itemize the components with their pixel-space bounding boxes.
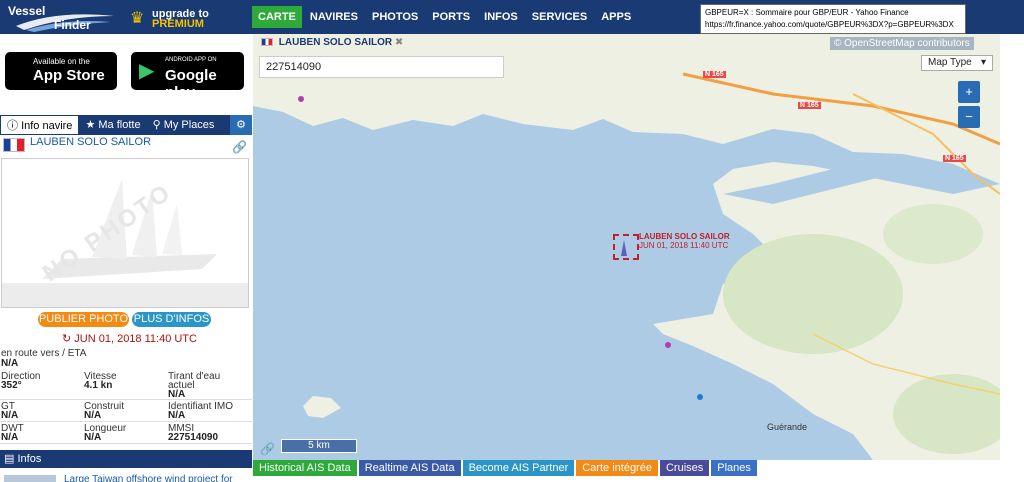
photo-footer-bar [2, 283, 248, 307]
map-type-label: Map Type [928, 57, 972, 68]
link-icon[interactable]: 🔗 [232, 140, 247, 154]
nav-carte[interactable]: CARTE [252, 6, 302, 28]
gear-icon: ⚙ [236, 119, 246, 131]
crown-icon: ♛ [130, 10, 145, 27]
link-icon[interactable]: 🔗 [260, 442, 275, 456]
vessel-stats: Direction 352° Vitesse 4.1 kn Tirant d'eau… [0, 370, 252, 444]
tab-label: Ma flotte [98, 119, 141, 131]
publish-photo-button[interactable]: PUBLIER PHOTO [38, 312, 129, 327]
history-icon: ↻ [62, 333, 72, 345]
road-label: N 165 [798, 102, 821, 109]
chevron-down-icon: ▾ [980, 57, 986, 68]
stat-mmsi: MMSI 227514090 [168, 423, 219, 443]
vessel-marker[interactable] [613, 234, 639, 260]
planes-button[interactable]: Planes [711, 460, 757, 476]
map-type-select[interactable]: Map Type ▾ [921, 55, 993, 71]
vessel-search-input[interactable]: 227514090 [259, 56, 504, 78]
infos-header: ▤ Infos [0, 450, 252, 468]
app-store-big: App Store [33, 67, 105, 84]
logo-text-line2: Finder [54, 18, 91, 32]
vessel-marker-label: LAUBEN SOLO SAILOR JUN 01, 2018 11:40 UT… [639, 232, 730, 250]
map-pin-icon: ⚲ [152, 119, 161, 131]
google-play-badge[interactable]: ▶ ANDROID APP ON Google play [131, 52, 244, 101]
star-icon: ★ [85, 119, 96, 131]
position-timestamp: ↻ JUN 01, 2018 11:40 UTC [62, 332, 197, 345]
info-icon: ⓘ [7, 120, 18, 132]
more-info-button[interactable]: PLUS D'INFOS [132, 312, 211, 327]
vessel-dot[interactable] [665, 342, 671, 348]
map-vessel-tag[interactable]: LAUBEN SOLO SAILOR ✖ [261, 37, 403, 48]
tab-my-places[interactable]: ⚲ My Places [147, 115, 221, 135]
app-store-small: Available on the [33, 57, 90, 66]
sidebar-tabs: ⓘ Info navire ★ Ma flotte ⚲ My Places ⚙ [0, 115, 252, 135]
france-flag-icon [261, 38, 273, 46]
vessel-marker-name: LAUBEN SOLO SAILOR [639, 232, 730, 241]
upgrade-premium-link[interactable]: ♛ upgrade to PREMIUM [130, 6, 230, 30]
sidebar: Available on the App Store ▶ ANDROID APP… [0, 34, 252, 482]
app-store-badge[interactable]: Available on the App Store [5, 52, 117, 90]
map-view[interactable]: LAUBEN SOLO SAILOR ✖ 227514090 © OpenStr… [253, 34, 1000, 460]
stat-direction: Direction 352° [1, 371, 41, 391]
vessel-photo-placeholder: NO PHOTO [1, 158, 249, 308]
infos-header-label: Infos [17, 453, 42, 465]
historical-ais-button[interactable]: Historical AIS Data [253, 460, 357, 476]
nav-apps[interactable]: APPS [595, 6, 637, 28]
google-play-big: Google play [165, 67, 217, 101]
vessel-dot[interactable] [298, 96, 304, 102]
enroute-value: N/A [1, 358, 19, 369]
vessel-dot[interactable] [697, 394, 703, 400]
vessel-marker-date: JUN 01, 2018 11:40 UTC [639, 241, 729, 250]
stats-row: Direction 352° Vitesse 4.1 kn Tirant d'eau… [0, 370, 252, 400]
tab-ma-flotte[interactable]: ★ Ma flotte [79, 115, 146, 135]
realtime-ais-button[interactable]: Realtime AIS Data [358, 460, 461, 476]
nav-photos[interactable]: PHOTOS [366, 6, 424, 28]
tab-label: My Places [163, 119, 215, 131]
tooltip-url: https://fr.finance.yahoo.com/quote/GBPEU… [705, 20, 954, 29]
tooltip-title: GBPEUR=X : Sommaire pour GBP/EUR - Yahoo… [705, 8, 909, 17]
tab-label: Info navire [21, 120, 73, 132]
stat-built: Construit N/A [84, 401, 125, 421]
google-play-small: ANDROID APP ON [165, 57, 217, 63]
close-icon[interactable]: ✖ [395, 37, 403, 48]
browser-tooltip: GBPEUR=X : Sommaire pour GBP/EUR - Yahoo… [700, 4, 966, 34]
news-icon: ▤ [4, 453, 15, 465]
road-label: N 165 [703, 71, 726, 78]
become-partner-button[interactable]: Become AIS Partner [462, 460, 575, 476]
cruises-button[interactable]: Cruises [659, 460, 710, 476]
nav-navires[interactable]: NAVIRES [304, 6, 364, 28]
vessel-name: LAUBEN SOLO SAILOR [30, 136, 152, 148]
stats-row: GT N/A Construit N/A Identifiant IMO N/A [0, 400, 252, 422]
logo-text-line1: Vessel [8, 4, 46, 18]
france-flag-icon [3, 138, 25, 152]
timestamp-text: JUN 01, 2018 11:40 UTC [74, 333, 197, 345]
news-thumbnail[interactable] [4, 475, 56, 482]
nav-ports[interactable]: PORTS [426, 6, 476, 28]
zoom-in-button[interactable]: + [958, 81, 980, 103]
tab-info-navire[interactable]: ⓘ Info navire [0, 115, 80, 135]
place-label: Guérande [767, 422, 808, 432]
map-vessel-tag-label: LAUBEN SOLO SAILOR [278, 37, 393, 48]
vesselfinder-logo[interactable]: Vessel Finder [4, 2, 122, 32]
stat-gt: GT N/A [1, 401, 19, 421]
nav-infos[interactable]: INFOS [478, 6, 524, 28]
road-label: N 165 [943, 155, 966, 162]
zoom-out-button[interactable]: − [958, 106, 980, 128]
stat-speed: Vitesse 4.1 kn [84, 371, 117, 391]
play-icon: ▶ [139, 60, 155, 82]
bottom-buttons: Historical AIS Data Realtime AIS Data Be… [253, 460, 759, 476]
stat-draught: Tirant d'eau actuel N/A [168, 371, 221, 400]
osm-attribution[interactable]: © OpenStreetMap contributors [830, 37, 974, 50]
news-link[interactable]: Large Taiwan offshore wind project for [64, 474, 233, 482]
settings-gear-button[interactable]: ⚙ [230, 115, 252, 135]
embedded-map-button[interactable]: Carte intégrée [576, 460, 658, 476]
nav-services[interactable]: SERVICES [526, 6, 593, 28]
stat-dwt: DWT N/A [1, 423, 24, 443]
premium-text: PREMIUM [152, 18, 204, 30]
main-nav: CARTE NAVIRES PHOTOS PORTS INFOS SERVICE… [252, 6, 639, 28]
stat-imo: Identifiant IMO N/A [168, 401, 234, 421]
stats-row: DWT N/A Longueur N/A MMSI 227514090 [0, 422, 252, 444]
stat-length: Longueur N/A [84, 423, 127, 443]
map-scale: 5 km [281, 439, 357, 453]
